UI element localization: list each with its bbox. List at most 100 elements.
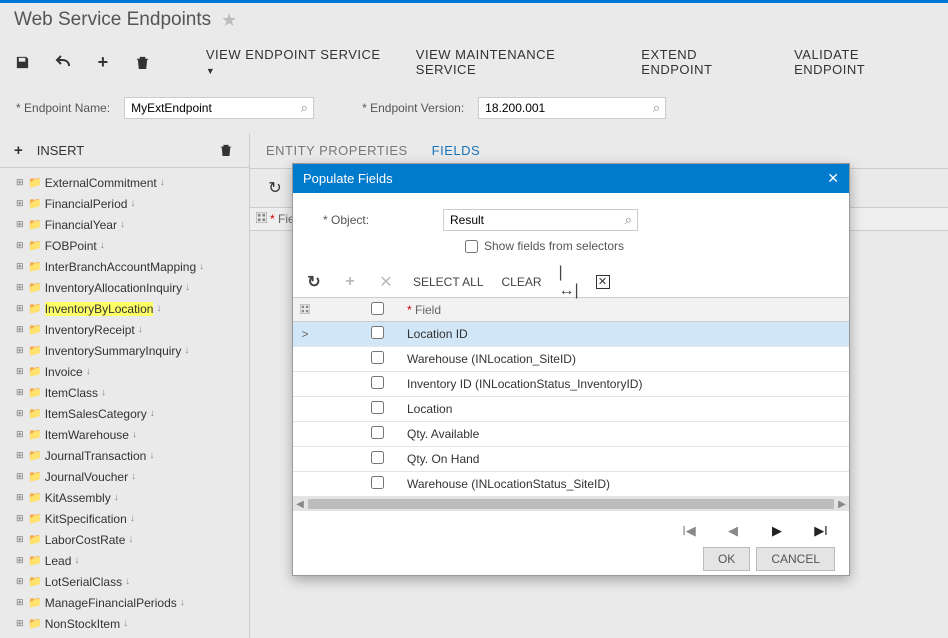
expand-icon[interactable]: ⊞ [16, 576, 25, 587]
tree-item-lotserialclass[interactable]: ⊞📁LotSerialClass ↓ [0, 571, 249, 592]
tree-item-inventoryreceipt[interactable]: ⊞📁InventoryReceipt ↓ [0, 319, 249, 340]
tree-item-invoice[interactable]: ⊞📁Invoice ↓ [0, 361, 249, 382]
fit-columns-icon[interactable]: |↔| [560, 273, 578, 291]
expand-icon[interactable]: ⊞ [16, 597, 25, 608]
tree-item-nonstockitem[interactable]: ⊞📁NonStockItem ↓ [0, 613, 249, 634]
undo-icon[interactable] [54, 53, 72, 71]
delete-icon[interactable] [134, 53, 152, 71]
header-checkbox[interactable] [371, 302, 384, 315]
tree-item-itemsalescategory[interactable]: ⊞📁ItemSalesCategory ↓ [0, 403, 249, 424]
extend-endpoint-menu[interactable]: EXTEND ENDPOINT [641, 47, 772, 77]
tree-item-laborcostrate[interactable]: ⊞📁LaborCostRate ↓ [0, 529, 249, 550]
entity-tree[interactable]: ⊞📁ExternalCommitment ↓⊞📁FinancialPeriod … [0, 168, 249, 638]
row-checkbox[interactable] [371, 351, 384, 364]
scroll-thumb[interactable] [308, 499, 834, 509]
page-first-icon[interactable]: I◀ [681, 523, 697, 539]
tree-item-inventoryallocationinquiry[interactable]: ⊞📁InventoryAllocationInquiry ↓ [0, 277, 249, 298]
field-row[interactable]: Inventory ID (INLocationStatus_Inventory… [293, 372, 849, 397]
tree-item-kitassembly[interactable]: ⊞📁KitAssembly ↓ [0, 487, 249, 508]
expand-icon[interactable]: ⊞ [16, 387, 25, 398]
tree-item-inventorysummaryinquiry[interactable]: ⊞📁InventorySummaryInquiry ↓ [0, 340, 249, 361]
favorite-icon[interactable]: ★ [221, 10, 237, 31]
expand-icon[interactable]: ⊞ [16, 513, 25, 524]
tree-item-journalvoucher[interactable]: ⊞📁JournalVoucher ↓ [0, 466, 249, 487]
select-all-button[interactable]: SELECT ALL [413, 275, 484, 289]
field-name-cell: Warehouse (INLocation_SiteID) [401, 352, 849, 366]
tree-item-managefinancialperiods[interactable]: ⊞📁ManageFinancialPeriods ↓ [0, 592, 249, 613]
row-checkbox[interactable] [371, 376, 384, 389]
expand-icon[interactable]: ⊞ [16, 177, 25, 188]
tree-item-opportunity[interactable]: ⊞📁Opportunity ↓ [0, 634, 249, 638]
expand-icon[interactable]: ⊞ [16, 429, 25, 440]
expand-icon[interactable]: ⊞ [16, 261, 25, 272]
expand-icon[interactable]: ⊞ [16, 618, 25, 629]
dialog-col-field[interactable]: Field [401, 303, 849, 317]
insert-button[interactable]: INSERT [37, 143, 84, 158]
tree-item-interbranchaccountmapping[interactable]: ⊞📁InterBranchAccountMapping ↓ [0, 256, 249, 277]
show-selectors-checkbox[interactable] [465, 240, 478, 253]
row-checkbox[interactable] [371, 326, 384, 339]
tree-item-journaltransaction[interactable]: ⊞📁JournalTransaction ↓ [0, 445, 249, 466]
cancel-button[interactable]: CANCEL [756, 547, 835, 571]
tree-item-fobpoint[interactable]: ⊞📁FOBPoint ↓ [0, 235, 249, 256]
expand-icon[interactable]: ⊞ [16, 345, 25, 356]
view-maintenance-service-menu[interactable]: VIEW MAINTENANCE SERVICE [416, 47, 620, 77]
tree-delete-icon[interactable] [217, 141, 235, 159]
tree-item-externalcommitment[interactable]: ⊞📁ExternalCommitment ↓ [0, 172, 249, 193]
expand-icon[interactable]: ⊞ [16, 219, 25, 230]
expand-icon[interactable]: ⊞ [16, 471, 25, 482]
h-scrollbar[interactable]: ◀ ▶ [293, 497, 849, 511]
dialog-refresh-icon[interactable]: ↻ [305, 273, 323, 291]
expand-icon[interactable]: ⊞ [16, 282, 25, 293]
row-checkbox[interactable] [371, 401, 384, 414]
row-checkbox[interactable] [371, 426, 384, 439]
expand-icon[interactable]: ⊞ [16, 555, 25, 566]
tree-item-inventorybylocation[interactable]: ⊞📁InventoryByLocation ↓ [0, 298, 249, 319]
insert-plus-icon[interactable]: + [14, 142, 23, 159]
expand-icon[interactable]: ⊞ [16, 366, 25, 377]
tree-item-financialperiod[interactable]: ⊞📁FinancialPeriod ↓ [0, 193, 249, 214]
dialog-remove-icon[interactable]: ✕ [377, 273, 395, 291]
row-checkbox[interactable] [371, 476, 384, 489]
expand-icon[interactable]: ⊞ [16, 303, 25, 314]
export-icon[interactable]: ✕ [596, 275, 610, 289]
expand-icon[interactable]: ⊞ [16, 198, 25, 209]
object-input[interactable] [443, 209, 638, 231]
dialog-add-icon[interactable]: + [341, 273, 359, 291]
save-icon[interactable] [14, 53, 32, 71]
ok-button[interactable]: OK [703, 547, 750, 571]
tree-item-itemclass[interactable]: ⊞📁ItemClass ↓ [0, 382, 249, 403]
grid-settings-icon[interactable] [250, 212, 266, 226]
expand-icon[interactable]: ⊞ [16, 240, 25, 251]
scroll-right-icon[interactable]: ▶ [835, 499, 849, 510]
tree-item-financialyear[interactable]: ⊞📁FinancialYear ↓ [0, 214, 249, 235]
expand-icon[interactable]: ⊞ [16, 324, 25, 335]
endpoint-name-input[interactable] [124, 97, 314, 119]
dialog-grid-settings-icon[interactable] [293, 303, 317, 317]
scroll-left-icon[interactable]: ◀ [293, 499, 307, 510]
expand-icon[interactable]: ⊞ [16, 450, 25, 461]
field-row[interactable]: Warehouse (INLocationStatus_SiteID) [293, 472, 849, 497]
dialog-close-icon[interactable]: ✕ [827, 170, 839, 187]
tree-item-itemwarehouse[interactable]: ⊞📁ItemWarehouse ↓ [0, 424, 249, 445]
field-row[interactable]: Location [293, 397, 849, 422]
page-prev-icon[interactable]: ◀ [725, 523, 741, 539]
tree-item-kitspecification[interactable]: ⊞📁KitSpecification ↓ [0, 508, 249, 529]
tree-item-lead[interactable]: ⊞📁Lead ↓ [0, 550, 249, 571]
expand-icon[interactable]: ⊞ [16, 534, 25, 545]
view-endpoint-service-menu[interactable]: VIEW ENDPOINT SERVICE ▼ [206, 47, 394, 77]
clear-button[interactable]: CLEAR [502, 275, 542, 289]
field-row[interactable]: Qty. On Hand [293, 447, 849, 472]
field-row[interactable]: Qty. Available [293, 422, 849, 447]
expand-icon[interactable]: ⊞ [16, 492, 25, 503]
field-row[interactable]: Warehouse (INLocation_SiteID) [293, 347, 849, 372]
expand-icon[interactable]: ⊞ [16, 408, 25, 419]
validate-endpoint-menu[interactable]: VALIDATE ENDPOINT [794, 47, 934, 77]
page-last-icon[interactable]: ▶I [813, 523, 829, 539]
endpoint-version-input[interactable] [478, 97, 666, 119]
field-row[interactable]: >Location ID [293, 322, 849, 347]
add-icon[interactable]: + [94, 53, 112, 71]
page-next-icon[interactable]: ▶ [769, 523, 785, 539]
refresh-icon[interactable]: ↻ [266, 179, 284, 197]
row-checkbox[interactable] [371, 451, 384, 464]
